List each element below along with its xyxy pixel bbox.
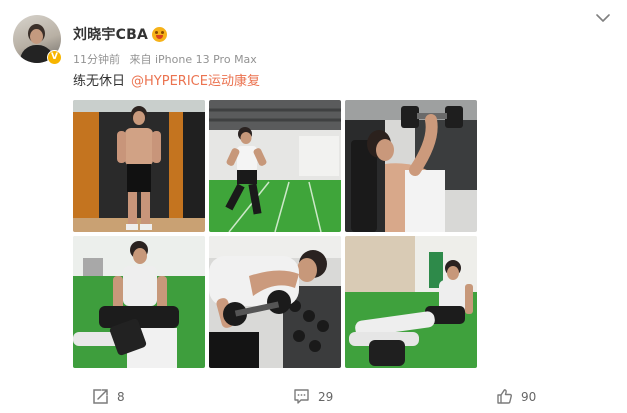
- author-name[interactable]: 刘晓宇CBA: [73, 24, 148, 44]
- verified-badge-icon: V: [47, 50, 62, 65]
- action-bar: 8 29 90: [0, 384, 627, 409]
- photo-seated-foam-roller: [73, 236, 205, 368]
- photo-5[interactable]: [209, 236, 341, 368]
- post-body-text: 练无休日: [73, 74, 126, 89]
- photo-dumbbell-shoulder-press: [345, 100, 477, 232]
- photo-1[interactable]: [73, 100, 205, 232]
- share-icon: [93, 389, 108, 404]
- photo-3[interactable]: [345, 100, 477, 232]
- thumbs-up-icon: [497, 389, 512, 404]
- surprised-face-icon: [151, 26, 167, 42]
- photo-shirtless-standing-court: [73, 100, 205, 232]
- weibo-post-card: V 刘晓宇CBA 11分钟前 来自 iPhone 13 Pro Max 练无休日…: [0, 0, 627, 413]
- photo-4[interactable]: [73, 236, 205, 368]
- comment-button[interactable]: 29: [293, 388, 333, 405]
- author-row: 刘晓宇CBA: [73, 24, 167, 44]
- photo-6[interactable]: [345, 236, 477, 368]
- comment-icon: [294, 389, 309, 404]
- comment-count: 29: [318, 389, 334, 404]
- photo-2[interactable]: [209, 100, 341, 232]
- chevron-down-icon[interactable]: [596, 13, 610, 23]
- photo-foam-roller-leg: [345, 236, 477, 368]
- post-time[interactable]: 11分钟前: [73, 53, 120, 66]
- repost-button[interactable]: 8: [92, 388, 125, 405]
- photo-running-turf-gym: [209, 100, 341, 232]
- post-meta: 11分钟前 来自 iPhone 13 Pro Max: [73, 51, 263, 67]
- like-button[interactable]: 90: [496, 388, 536, 405]
- post-text: 练无休日 @HYPERICE运动康复: [73, 70, 260, 89]
- mention-link[interactable]: @HYPERICE运动康复: [131, 74, 260, 89]
- post-source: 来自 iPhone 13 Pro Max: [129, 53, 257, 66]
- photo-dumbbell-row: [209, 236, 341, 368]
- like-count: 90: [521, 389, 537, 404]
- photo-grid: [73, 100, 477, 368]
- repost-count: 8: [117, 389, 125, 404]
